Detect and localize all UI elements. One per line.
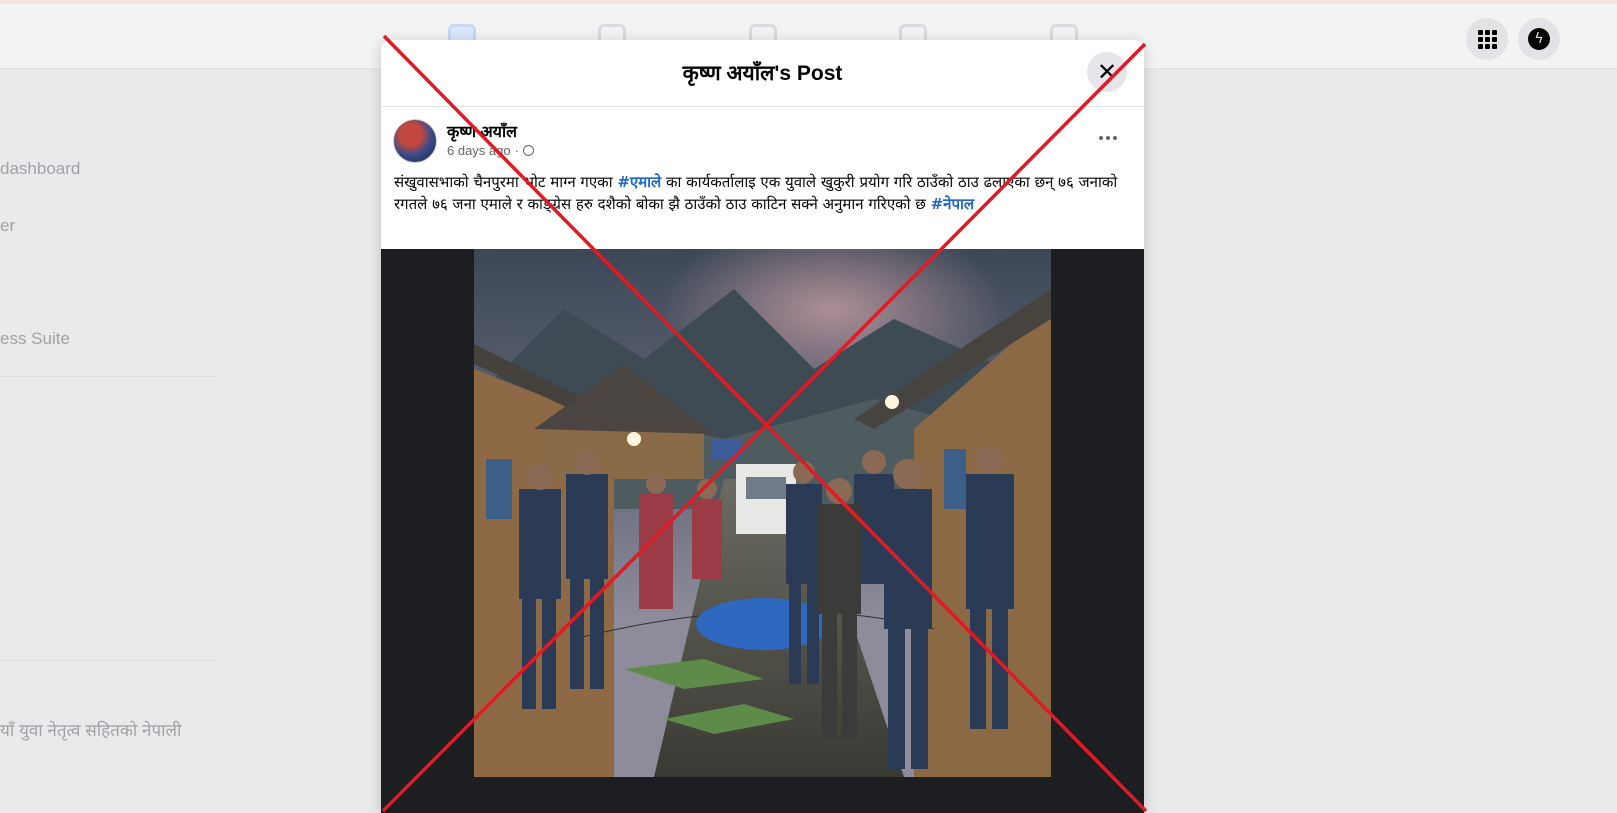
post-photo[interactable]	[474, 249, 1051, 777]
close-button[interactable]: ✕	[1087, 52, 1127, 92]
sidebar-item-page[interactable]: याँ युवा नेतृत्व सहितको नेपाली	[0, 718, 181, 741]
sidebar-item-dashboard[interactable]: dashboard	[0, 159, 80, 179]
sidebar-item-partial[interactable]: er	[0, 216, 15, 236]
sidebar-item-suite[interactable]: ess Suite	[0, 329, 70, 349]
hashtag-link[interactable]: #एमाले	[617, 173, 661, 191]
close-icon: ✕	[1096, 58, 1118, 86]
more-options-button[interactable]	[1092, 128, 1124, 148]
post-text-part: संखुवासभाको चैनपुरमा भोट माग्न गएका	[394, 173, 618, 191]
left-sidebar: dashboard er ess Suite याँ युवा नेतृत्व …	[0, 68, 220, 813]
post-media[interactable]	[381, 249, 1144, 813]
post-meta: 6 days ago ·	[447, 143, 534, 158]
messenger-button[interactable]: ϟ	[1518, 18, 1560, 60]
meta-separator: ·	[514, 143, 519, 158]
post-author[interactable]: कृष्ण अयाँल	[447, 120, 517, 142]
sidebar-divider	[0, 376, 216, 377]
post-time[interactable]: 6 days ago	[447, 143, 511, 158]
post-text: संखुवासभाको चैनपुरमा भोट माग्न गएका #एमा…	[394, 171, 1134, 215]
avatar[interactable]	[393, 119, 437, 163]
hashtag-link[interactable]: #नेपाल	[931, 195, 974, 213]
apps-grid-icon	[1477, 29, 1497, 49]
messenger-icon: ϟ	[1528, 28, 1550, 50]
post-dialog: कृष्ण अयाँल's Post ✕ कृष्ण अयाँल 6 days …	[381, 40, 1144, 813]
more-options-icon	[1099, 136, 1103, 140]
globe-icon	[522, 145, 534, 156]
sidebar-divider	[0, 660, 216, 661]
dialog-title: कृष्ण अयाँल's Post	[682, 62, 843, 85]
apps-menu-button[interactable]	[1466, 18, 1508, 60]
dialog-header: कृष्ण अयाँल's Post ✕	[381, 40, 1144, 107]
